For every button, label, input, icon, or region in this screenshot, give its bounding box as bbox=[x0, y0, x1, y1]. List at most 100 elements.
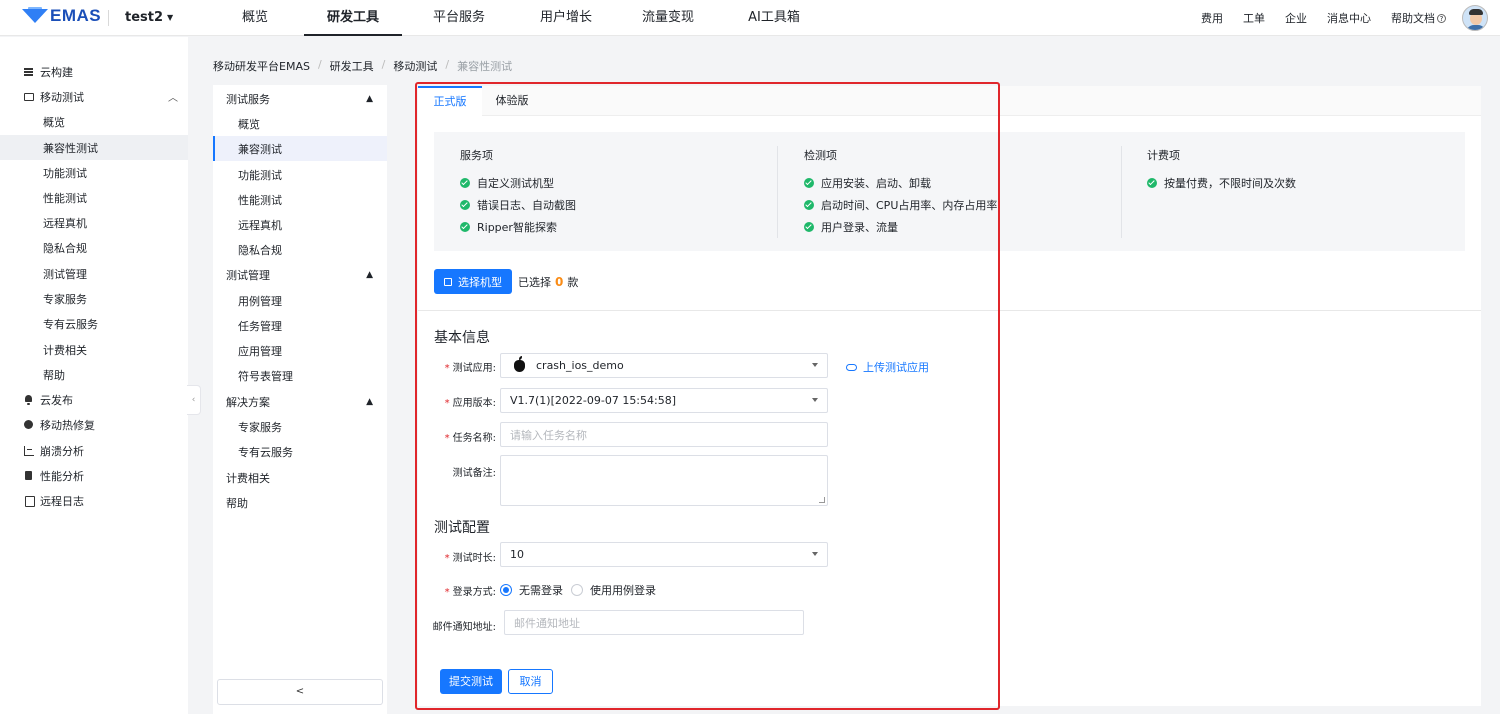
version-label-text: 应用版本: bbox=[452, 398, 496, 409]
link-billing[interactable]: 费用 bbox=[1201, 10, 1223, 26]
subnav-item-case-mgmt[interactable]: 用例管理 bbox=[213, 288, 387, 313]
check-circle-icon bbox=[804, 178, 814, 188]
sidebar-item-private-cloud[interactable]: 专有云服务 bbox=[0, 311, 188, 336]
breadcrumb-separator: / bbox=[445, 58, 450, 71]
breadcrumb-current: 兼容性测试 bbox=[457, 60, 513, 73]
subnav-item-expert[interactable]: 专家服务 bbox=[213, 414, 387, 439]
link-tickets[interactable]: 工单 bbox=[1243, 10, 1265, 26]
sidebar-item-overview[interactable]: 概览 bbox=[0, 109, 188, 134]
sidebar-item-help[interactable]: 帮助 bbox=[0, 362, 188, 387]
link-enterprise[interactable]: 企业 bbox=[1285, 10, 1307, 26]
sidebar-item-test-mgmt[interactable]: 测试管理 bbox=[0, 261, 188, 286]
subnav-item-task-mgmt[interactable]: 任务管理 bbox=[213, 313, 387, 338]
subnav-item-remote-device[interactable]: 远程真机 bbox=[213, 212, 387, 237]
billing-item-label: 按量付费，不限时间及次数 bbox=[1164, 177, 1296, 190]
basic-info-title: 基本信息 bbox=[434, 330, 490, 346]
subnav-item-privacy[interactable]: 隐私合规 bbox=[213, 237, 387, 262]
sidebar-item-expert[interactable]: 专家服务 bbox=[0, 286, 188, 311]
duration-label-text: 测试时长: bbox=[452, 553, 496, 564]
radio-label: 使用用例登录 bbox=[590, 584, 656, 597]
upload-app-link[interactable]: 上传测试应用 bbox=[846, 359, 929, 375]
task-name-input[interactable]: 请输入任务名称 bbox=[500, 422, 828, 447]
cancel-button[interactable]: 取消 bbox=[508, 669, 553, 694]
login-radio-case[interactable]: 使用用例登录 bbox=[571, 582, 656, 598]
sidebar-item-compat-test[interactable]: 兼容性测试 bbox=[0, 135, 188, 160]
sidebar-item-remote-log[interactable]: 远程日志 bbox=[0, 488, 188, 513]
selected-count-value: 0 bbox=[555, 275, 564, 289]
subnav-group-test-mgmt[interactable]: 测试管理 ▲ bbox=[213, 262, 387, 287]
service-item-label: 错误日志、自动截图 bbox=[477, 199, 576, 212]
subnav-item-private-cloud[interactable]: 专有云服务 bbox=[213, 439, 387, 464]
app-select[interactable]: crash_ios_demo bbox=[500, 353, 828, 378]
top-menu-ai-toolbox[interactable]: AI工具箱 bbox=[724, 0, 824, 36]
subnav-item-compat-test[interactable]: 兼容测试 bbox=[213, 136, 387, 161]
chevron-up-icon: ︿ bbox=[168, 93, 178, 104]
service-item: 自定义测试机型 bbox=[460, 175, 554, 191]
link-messages[interactable]: 消息中心 bbox=[1327, 10, 1371, 26]
sidebar-item-hotfix[interactable]: 移动热修复 bbox=[0, 412, 188, 437]
sidebar-item-billing[interactable]: 计费相关 bbox=[0, 337, 188, 362]
remark-textarea[interactable] bbox=[500, 455, 828, 506]
subnav-item-perf-test[interactable]: 性能测试 bbox=[213, 187, 387, 212]
chart-icon bbox=[24, 445, 34, 456]
sidebar-item-crash[interactable]: 崩溃分析 bbox=[0, 438, 188, 463]
sidebar-item-privacy[interactable]: 隐私合规 bbox=[0, 235, 188, 260]
bell-icon bbox=[24, 394, 34, 405]
login-radio-none[interactable]: 无需登录 bbox=[500, 582, 563, 598]
sidebar-collapse-toggle[interactable]: ‹ bbox=[187, 385, 201, 415]
sidebar-item-mobile-test[interactable]: 移动测试 ︿ bbox=[0, 84, 188, 109]
top-menu-platform-services[interactable]: 平台服务 bbox=[410, 0, 508, 36]
breadcrumb-item[interactable]: 移动研发平台EMAS bbox=[213, 58, 310, 74]
subnav-item-overview[interactable]: 概览 bbox=[213, 111, 387, 136]
project-switcher[interactable]: test2 ▼ bbox=[125, 10, 173, 25]
subnav-item-billing[interactable]: 计费相关 bbox=[213, 465, 387, 490]
subnav-group-solutions[interactable]: 解决方案 ▲ bbox=[213, 389, 387, 414]
subnav-item-symbol-mgmt[interactable]: 符号表管理 bbox=[213, 363, 387, 388]
sidebar-item-perf-test[interactable]: 性能测试 bbox=[0, 185, 188, 210]
email-placeholder: 邮件通知地址 bbox=[514, 616, 580, 630]
divider bbox=[108, 10, 109, 26]
email-input[interactable]: 邮件通知地址 bbox=[504, 610, 804, 635]
main-panel: 正式版 体验版 服务项 自定义测试机型 错误日志、自动截图 Ripper智能探索… bbox=[418, 86, 1481, 706]
doc-icon bbox=[24, 470, 34, 481]
divider bbox=[1121, 146, 1122, 238]
breadcrumb-item[interactable]: 研发工具 bbox=[330, 58, 374, 74]
version-select[interactable]: V1.7(1)[2022-09-07 15:54:58] bbox=[500, 388, 828, 413]
subnav-group-label: 解决方案 bbox=[226, 395, 270, 409]
tab-official[interactable]: 正式版 bbox=[418, 86, 482, 116]
sidebar-item-perf-analysis[interactable]: 性能分析 bbox=[0, 463, 188, 488]
required-mark: * bbox=[444, 363, 450, 374]
caret-up-icon: ▲ bbox=[366, 396, 373, 407]
duration-select[interactable]: 10 bbox=[500, 542, 828, 567]
top-menu-monetization[interactable]: 流量变现 bbox=[618, 0, 718, 36]
subnav-item-help[interactable]: 帮助 bbox=[213, 490, 387, 515]
submit-test-button[interactable]: 提交测试 bbox=[440, 669, 502, 694]
check-circle-icon bbox=[804, 200, 814, 210]
sidebar-item-remote-device[interactable]: 远程真机 bbox=[0, 210, 188, 235]
top-menu-dev-tools[interactable]: 研发工具 bbox=[304, 0, 402, 36]
tab-trial[interactable]: 体验版 bbox=[482, 86, 542, 116]
select-model-button[interactable]: 选择机型 bbox=[434, 269, 512, 294]
check-circle-icon bbox=[460, 222, 470, 232]
sidebar-item-label: 云发布 bbox=[40, 393, 73, 407]
help-docs-label: 帮助文档 bbox=[1391, 12, 1435, 25]
sidebar-item-label: 云构建 bbox=[40, 65, 73, 79]
sidebar-item-cloud-build[interactable]: 云构建 bbox=[0, 59, 188, 84]
emas-logo[interactable]: EMAS bbox=[22, 6, 101, 26]
top-menu-user-growth[interactable]: 用户增长 bbox=[516, 0, 616, 36]
task-name-label: * 任务名称: bbox=[418, 429, 496, 444]
subnav-item-func-test[interactable]: 功能测试 bbox=[213, 162, 387, 187]
breadcrumb-item[interactable]: 移动测试 bbox=[393, 58, 437, 74]
monitor-icon bbox=[24, 92, 34, 101]
check-item-label: 用户登录、流量 bbox=[821, 221, 898, 234]
sidebar-item-func-test[interactable]: 功能测试 bbox=[0, 160, 188, 185]
subnav-item-app-mgmt[interactable]: 应用管理 bbox=[213, 338, 387, 363]
subnav-collapse-button[interactable]: < bbox=[217, 679, 383, 705]
billing-items-title: 计费项 bbox=[1147, 149, 1180, 162]
task-name-placeholder: 请输入任务名称 bbox=[510, 428, 587, 442]
subnav-group-test-services[interactable]: 测试服务 ▲ bbox=[213, 86, 387, 111]
link-help-docs[interactable]: 帮助文档? bbox=[1391, 10, 1446, 26]
sidebar-item-cloud-release[interactable]: 云发布 bbox=[0, 387, 188, 412]
avatar[interactable] bbox=[1462, 5, 1488, 31]
top-menu-overview[interactable]: 概览 bbox=[210, 0, 300, 36]
